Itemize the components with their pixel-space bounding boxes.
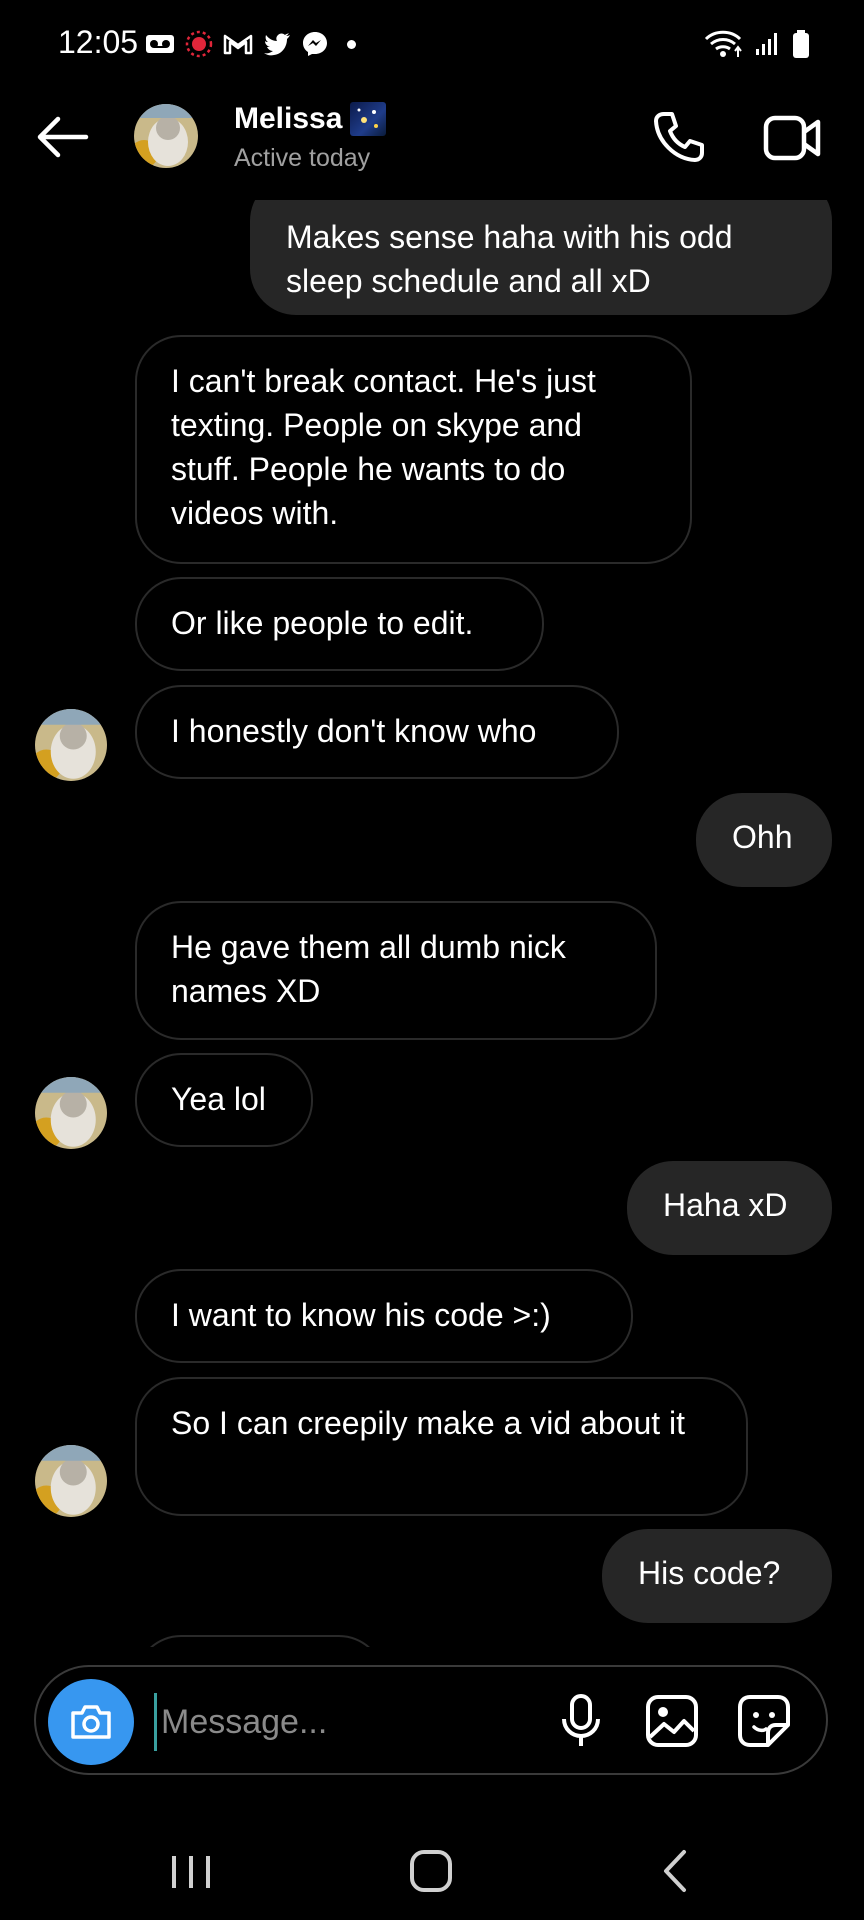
message-text: Haha xD <box>663 1187 788 1223</box>
camera-icon <box>71 1705 111 1739</box>
more-notifications-dot <box>347 39 356 49</box>
sticker-icon[interactable] <box>736 1693 792 1749</box>
message-text: I want to know his code >:) <box>171 1297 551 1333</box>
message-composer <box>34 1665 828 1775</box>
message-outgoing[interactable]: His code? <box>602 1529 832 1623</box>
status-bar: 12:05 <box>0 0 864 90</box>
message-input[interactable] <box>154 1693 563 1751</box>
message-incoming[interactable]: I honestly don't know who <box>135 685 619 779</box>
message-incoming-partial[interactable] <box>135 1635 385 1647</box>
voicemail-icon <box>146 35 174 53</box>
contact-status: Active today <box>234 144 371 172</box>
message-incoming[interactable]: I want to know his code >:) <box>135 1269 633 1363</box>
message-thread[interactable]: Makes sense haha with his odd sleep sche… <box>0 195 864 1647</box>
back-arrow-icon[interactable] <box>34 112 94 162</box>
nav-back-icon[interactable] <box>660 1848 690 1894</box>
system-icons <box>704 26 810 62</box>
messenger-icon <box>303 32 327 56</box>
message-text: His code? <box>638 1555 781 1591</box>
microphone-icon[interactable] <box>556 1693 606 1749</box>
notification-icons <box>145 26 356 62</box>
contact-name-text: Melissa <box>234 102 343 135</box>
sender-avatar[interactable] <box>35 709 107 781</box>
message-text: I can't break contact. He's just texting… <box>171 363 596 531</box>
message-incoming[interactable]: Or like people to edit. <box>135 577 544 671</box>
sender-avatar[interactable] <box>35 1445 107 1517</box>
message-incoming[interactable]: Yea lol <box>135 1053 313 1147</box>
wifi-icon <box>704 30 742 57</box>
twitter-icon <box>264 33 290 56</box>
sender-avatar[interactable] <box>35 1077 107 1149</box>
gallery-icon[interactable] <box>644 1693 700 1749</box>
message-text: Makes sense haha with his odd sleep sche… <box>286 219 733 299</box>
message-incoming[interactable]: He gave them all dumb nick names XD <box>135 901 657 1040</box>
message-outgoing[interactable]: Haha xD <box>627 1161 832 1255</box>
camera-button[interactable] <box>48 1679 134 1765</box>
contact-avatar[interactable] <box>134 104 198 168</box>
video-call-icon[interactable] <box>760 110 826 166</box>
message-text: Yea lol <box>171 1081 266 1117</box>
status-time: 12:05 <box>58 24 139 60</box>
message-incoming[interactable]: I can't break contact. He's just texting… <box>135 335 692 564</box>
battery-icon <box>793 30 809 58</box>
message-text: Or like people to edit. <box>171 605 474 641</box>
message-incoming[interactable]: So I can creepily make a vid about it <box>135 1377 748 1516</box>
message-outgoing[interactable]: Makes sense haha with his odd sleep sche… <box>250 195 832 315</box>
message-text: He gave them all dumb nick names XD <box>171 929 566 1009</box>
contact-name[interactable]: Melissa <box>234 102 387 136</box>
recent-apps-icon[interactable] <box>168 1852 214 1892</box>
phone-call-icon[interactable] <box>650 108 708 166</box>
message-text: I honestly don't know who <box>171 713 537 749</box>
avatar-image <box>134 104 198 168</box>
gmail-icon <box>223 34 253 55</box>
message-outgoing[interactable]: Ohh <box>696 793 832 887</box>
signal-icon <box>756 33 777 55</box>
sparkle-emoji-icon <box>350 102 387 136</box>
recording-icon <box>185 30 213 58</box>
home-icon[interactable] <box>408 1848 454 1894</box>
conversation-header: Melissa Active today <box>0 90 864 200</box>
message-text: Ohh <box>732 819 793 855</box>
system-navigation-bar <box>0 1820 864 1920</box>
message-text: So I can creepily make a vid about it <box>171 1405 686 1441</box>
